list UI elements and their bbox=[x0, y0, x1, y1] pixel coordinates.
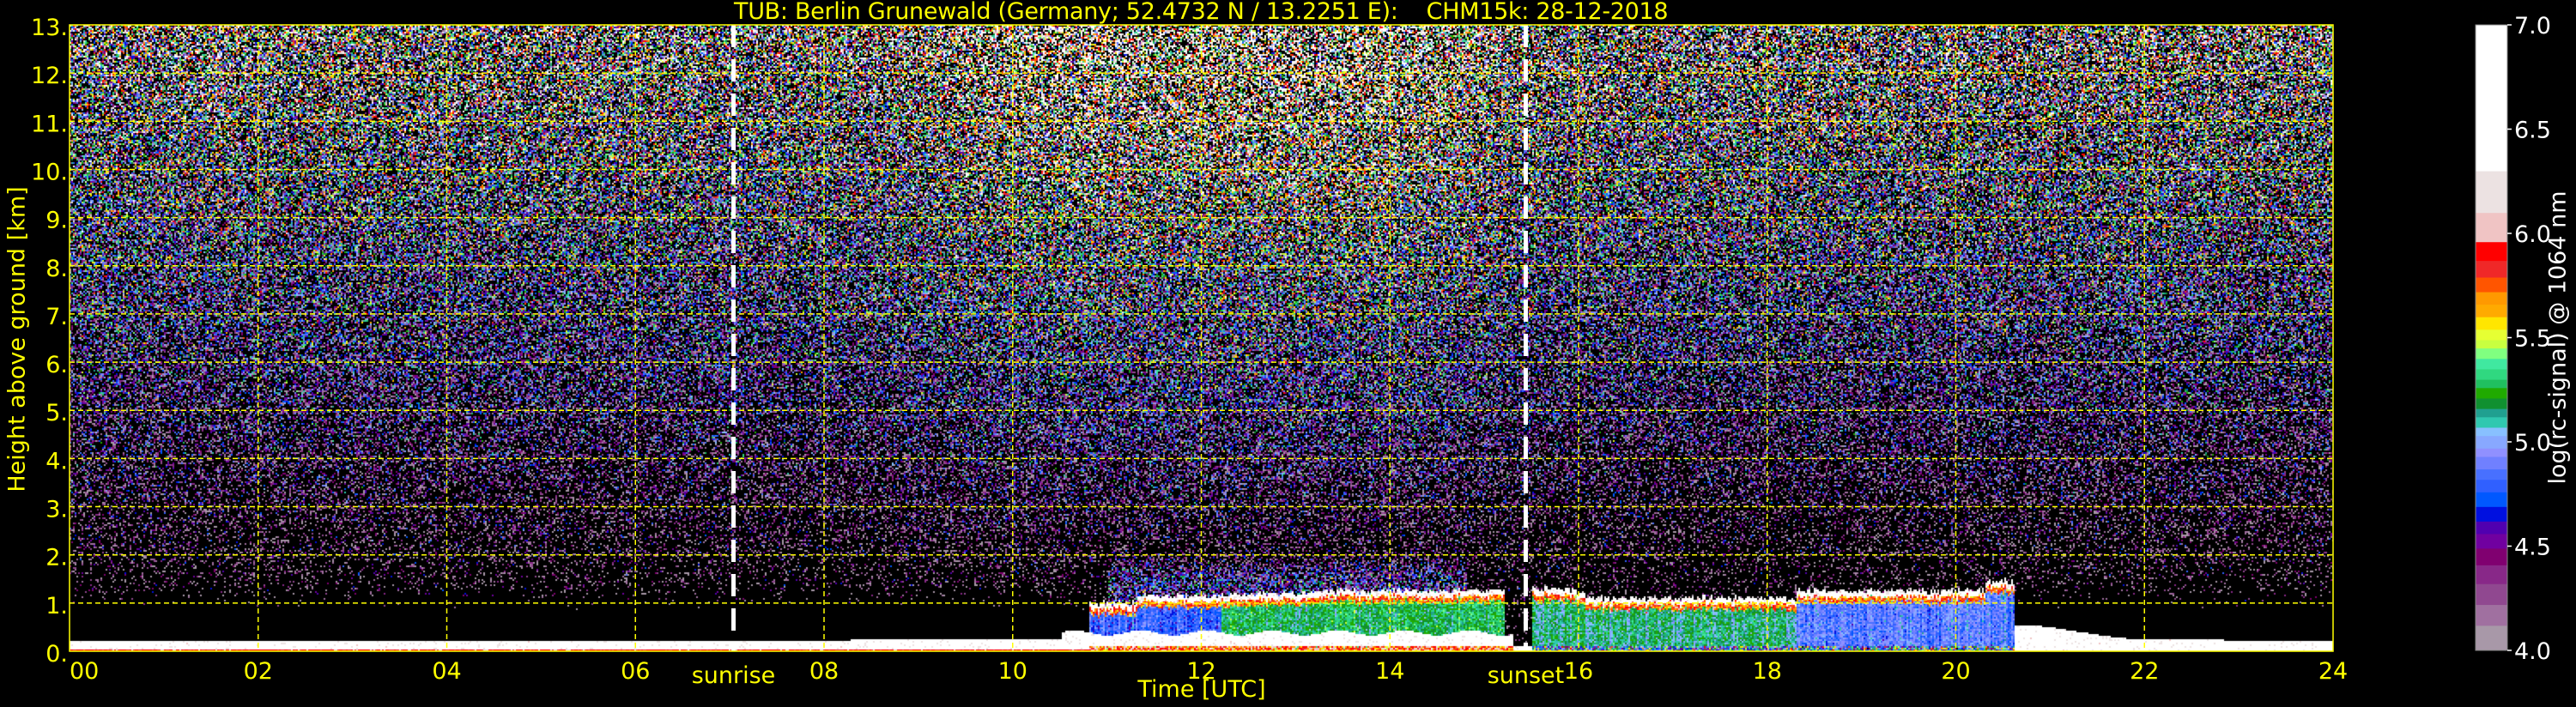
x-tick-label: 18 bbox=[1753, 658, 1782, 685]
chart-overlay: 00 02 04 06 08 10 12 14 16 18 20 22 24 0.1.2.3.4.5.6… bbox=[31, 13, 2551, 685]
y-tick-label: 13. bbox=[31, 15, 68, 41]
colorbar-segment bbox=[2476, 277, 2507, 293]
colorbar-segment bbox=[2476, 583, 2507, 606]
colorbar-segment bbox=[2476, 468, 2507, 480]
y-tick-label: 11. bbox=[31, 111, 68, 137]
sunset-label: sunset bbox=[1487, 662, 1565, 689]
colorbar-tick-label: 4.5 bbox=[2514, 535, 2551, 561]
y-tick-label: 6. bbox=[45, 352, 68, 378]
colorbar-segment bbox=[2476, 304, 2507, 317]
colorbar bbox=[2475, 24, 2508, 651]
y-tick-label: 7. bbox=[45, 304, 68, 330]
x-tick-label: 02 bbox=[244, 658, 273, 685]
colorbar-segment bbox=[2476, 347, 2507, 360]
colorbar-segment bbox=[2476, 379, 2507, 389]
colorbar-segment bbox=[2476, 625, 2507, 651]
sun-lines bbox=[731, 25, 1528, 651]
colorbar-segment bbox=[2476, 358, 2507, 370]
chart-title: TUB: Berlin Grunewald (Germany; 52.4732 … bbox=[734, 0, 1669, 25]
x-tick-label: 10 bbox=[998, 658, 1027, 685]
colorbar-segment bbox=[2476, 492, 2507, 507]
colorbar-segment bbox=[2476, 456, 2507, 470]
grid bbox=[70, 25, 2333, 651]
colorbar-segment bbox=[2476, 426, 2507, 437]
y-tick-label: 1. bbox=[45, 593, 68, 619]
y-tick-label: 2. bbox=[45, 545, 68, 571]
colorbar-tick-label: 6.5 bbox=[2514, 118, 2551, 144]
colorbar-segment bbox=[2476, 368, 2507, 380]
x-tick-label: 22 bbox=[2130, 658, 2159, 685]
colorbar-segment bbox=[2476, 435, 2507, 449]
y-tick-label: 10. bbox=[31, 159, 68, 185]
y-tick-label: 8. bbox=[45, 256, 68, 282]
y-tick-label: 9. bbox=[45, 208, 68, 234]
y-axis-label: Height above ground [km] bbox=[3, 186, 31, 492]
y-tick-label: 5. bbox=[45, 400, 68, 426]
colorbar-segment bbox=[2476, 533, 2507, 549]
colorbar-segment bbox=[2476, 565, 2507, 584]
y-tick-label: 0. bbox=[45, 641, 68, 668]
colorbar-segment bbox=[2476, 260, 2507, 278]
colorbar-segment bbox=[2476, 416, 2507, 428]
colorbar-segment bbox=[2476, 506, 2507, 522]
colorbar-segment bbox=[2476, 329, 2507, 341]
colorbar-segment bbox=[2476, 479, 2507, 492]
y-tick-label: 4. bbox=[45, 448, 68, 474]
x-tick-label: 06 bbox=[621, 658, 650, 685]
colorbar-segment bbox=[2476, 25, 2507, 172]
colorbar-segment bbox=[2476, 448, 2507, 457]
x-tick-label: 20 bbox=[1941, 658, 1970, 685]
x-tick-label: 08 bbox=[809, 658, 839, 685]
sunrise-label: sunrise bbox=[691, 662, 776, 689]
colorbar-segment bbox=[2476, 339, 2507, 349]
colorbar-segment bbox=[2476, 241, 2507, 262]
colorbar-label: log(rc-signal) @ 1064 nm bbox=[2544, 190, 2572, 485]
x-tick-label: 24 bbox=[2318, 658, 2348, 685]
x-axis-label: Time [UTC] bbox=[1137, 676, 1266, 703]
colorbar-segment bbox=[2476, 317, 2507, 330]
y-tick-label: 3. bbox=[45, 497, 68, 523]
x-tick-label: 00 bbox=[70, 658, 99, 685]
colorbar-segment bbox=[2476, 521, 2507, 535]
colorbar-tick-label: 7.0 bbox=[2514, 13, 2551, 39]
colorbar-segment bbox=[2476, 604, 2507, 626]
y-tick-label: 12. bbox=[31, 63, 68, 89]
colorbar-segment bbox=[2476, 212, 2507, 243]
colorbar-segment bbox=[2476, 171, 2507, 214]
colorbar-segment bbox=[2476, 547, 2507, 565]
colorbar-tick-label: 4.0 bbox=[2514, 638, 2551, 665]
colorbar-segment bbox=[2476, 387, 2507, 399]
colorbar-segment bbox=[2476, 408, 2507, 418]
colorbar-segment bbox=[2476, 292, 2507, 305]
x-tick-label: 14 bbox=[1375, 658, 1404, 685]
colorbar-segment bbox=[2476, 397, 2507, 409]
y-axis-ticks: 0. 1. 2. 3. 4. 5. 6. 7. 8. 9. 10. 11. 12. 13. bbox=[31, 15, 68, 668]
x-tick-label: 04 bbox=[432, 658, 461, 685]
